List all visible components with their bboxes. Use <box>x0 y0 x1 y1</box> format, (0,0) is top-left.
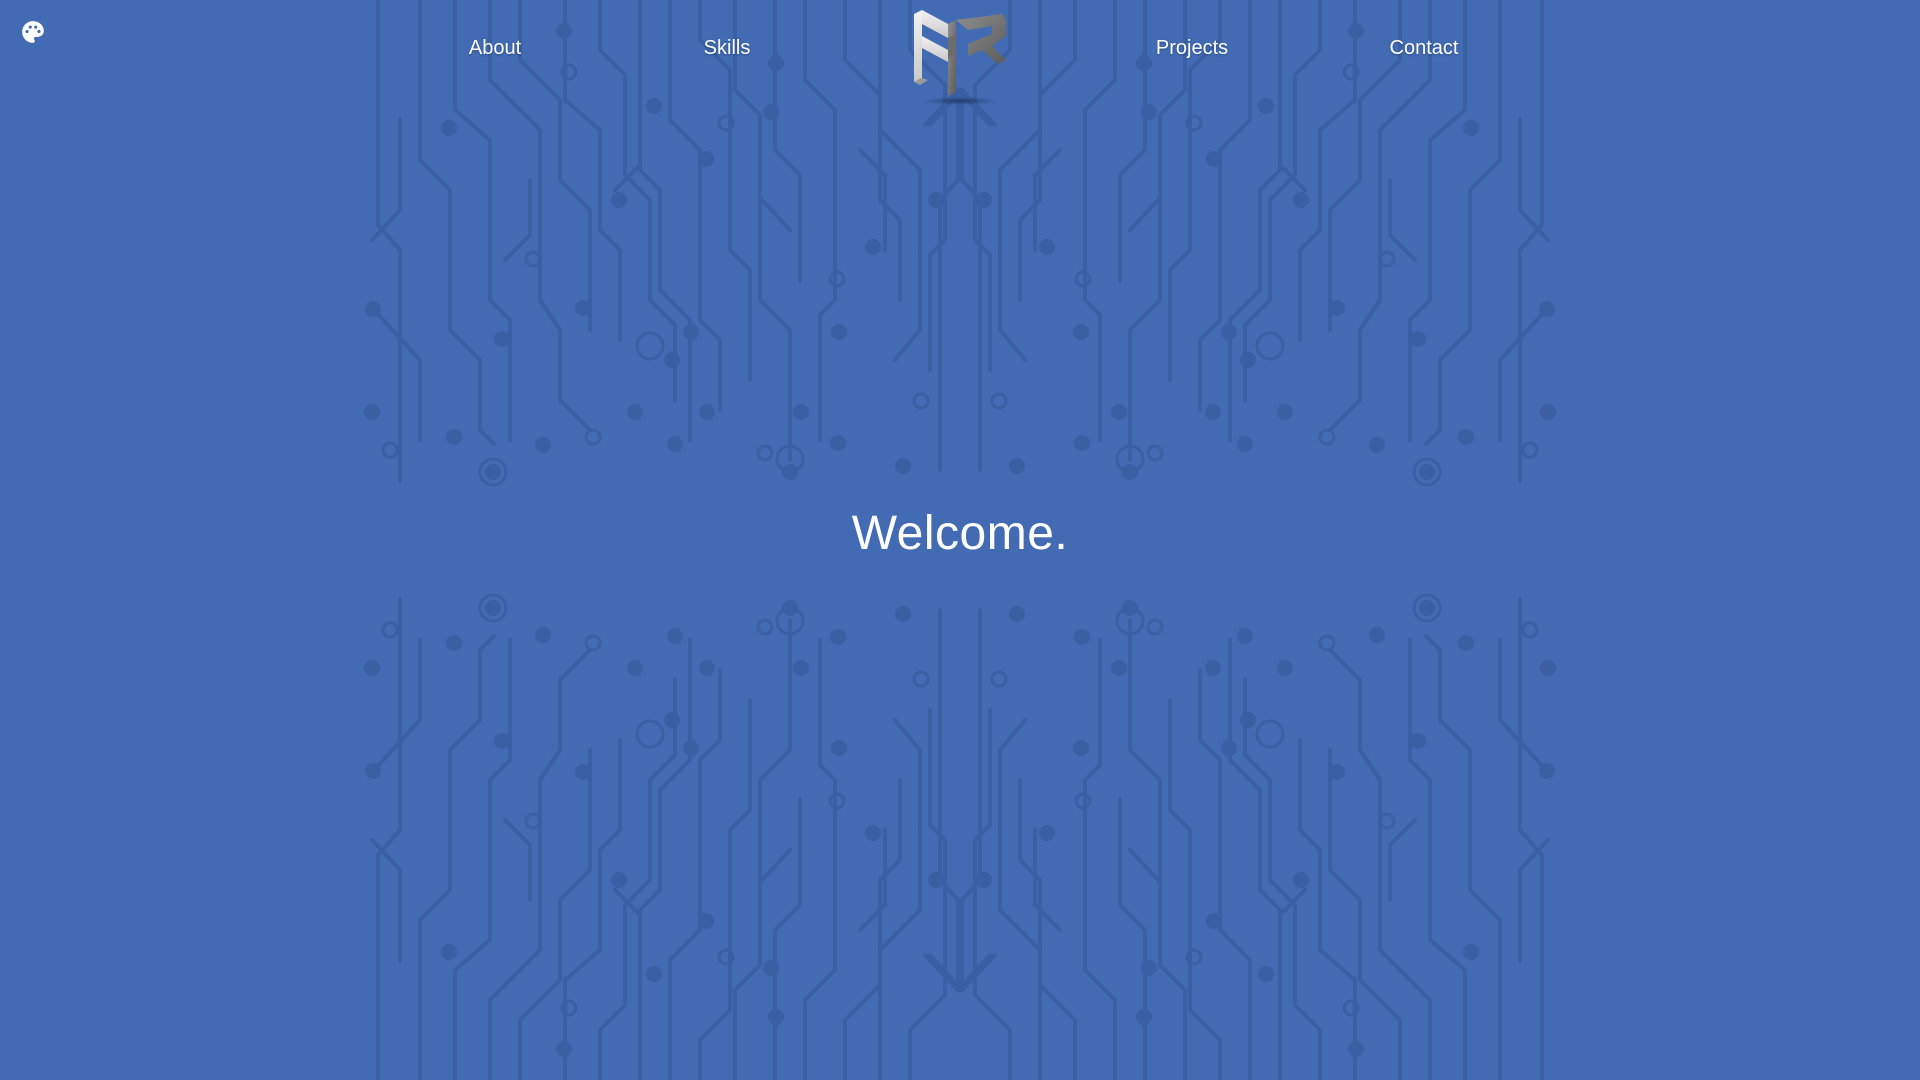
nav-contact[interactable]: Contact <box>1390 36 1459 60</box>
page: About Skills Projects Contact Welcome. <box>0 0 1920 1080</box>
ar-logo[interactable] <box>908 8 1012 106</box>
hero-title: Welcome. <box>851 507 1069 560</box>
nav-projects[interactable]: Projects <box>1156 36 1228 60</box>
nav-about[interactable]: About <box>469 36 521 60</box>
nav-skills[interactable]: Skills <box>704 36 751 60</box>
palette-icon[interactable] <box>20 19 46 45</box>
